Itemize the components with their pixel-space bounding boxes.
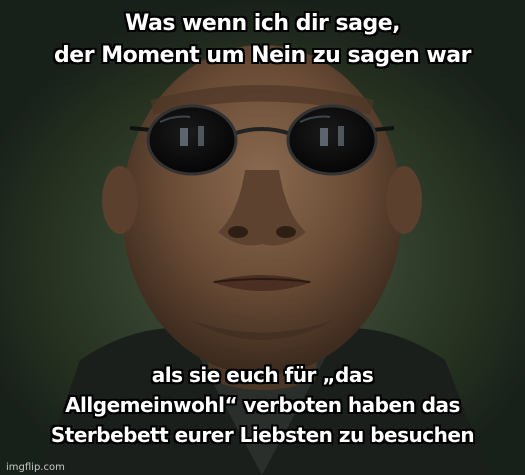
bottom-caption: als sie euch für „das Allgemeinwohl“ ver…: [0, 360, 525, 450]
top-caption-line: Was wenn ich dir sage,: [125, 11, 400, 36]
imgflip-watermark: imgflip.com: [6, 462, 65, 473]
bottom-caption-line: Sterbebett eurer Liebsten zu besuchen: [50, 423, 475, 447]
meme-image: Was wenn ich dir sage, der Moment um Nei…: [0, 0, 525, 475]
top-caption-line: der Moment um Nein zu sagen war: [54, 43, 471, 68]
top-caption: Was wenn ich dir sage, der Moment um Nei…: [0, 8, 525, 72]
bottom-caption-line: als sie euch für „das: [151, 363, 374, 387]
bottom-caption-line: Allgemeinwohl“ verboten haben das: [65, 393, 460, 417]
